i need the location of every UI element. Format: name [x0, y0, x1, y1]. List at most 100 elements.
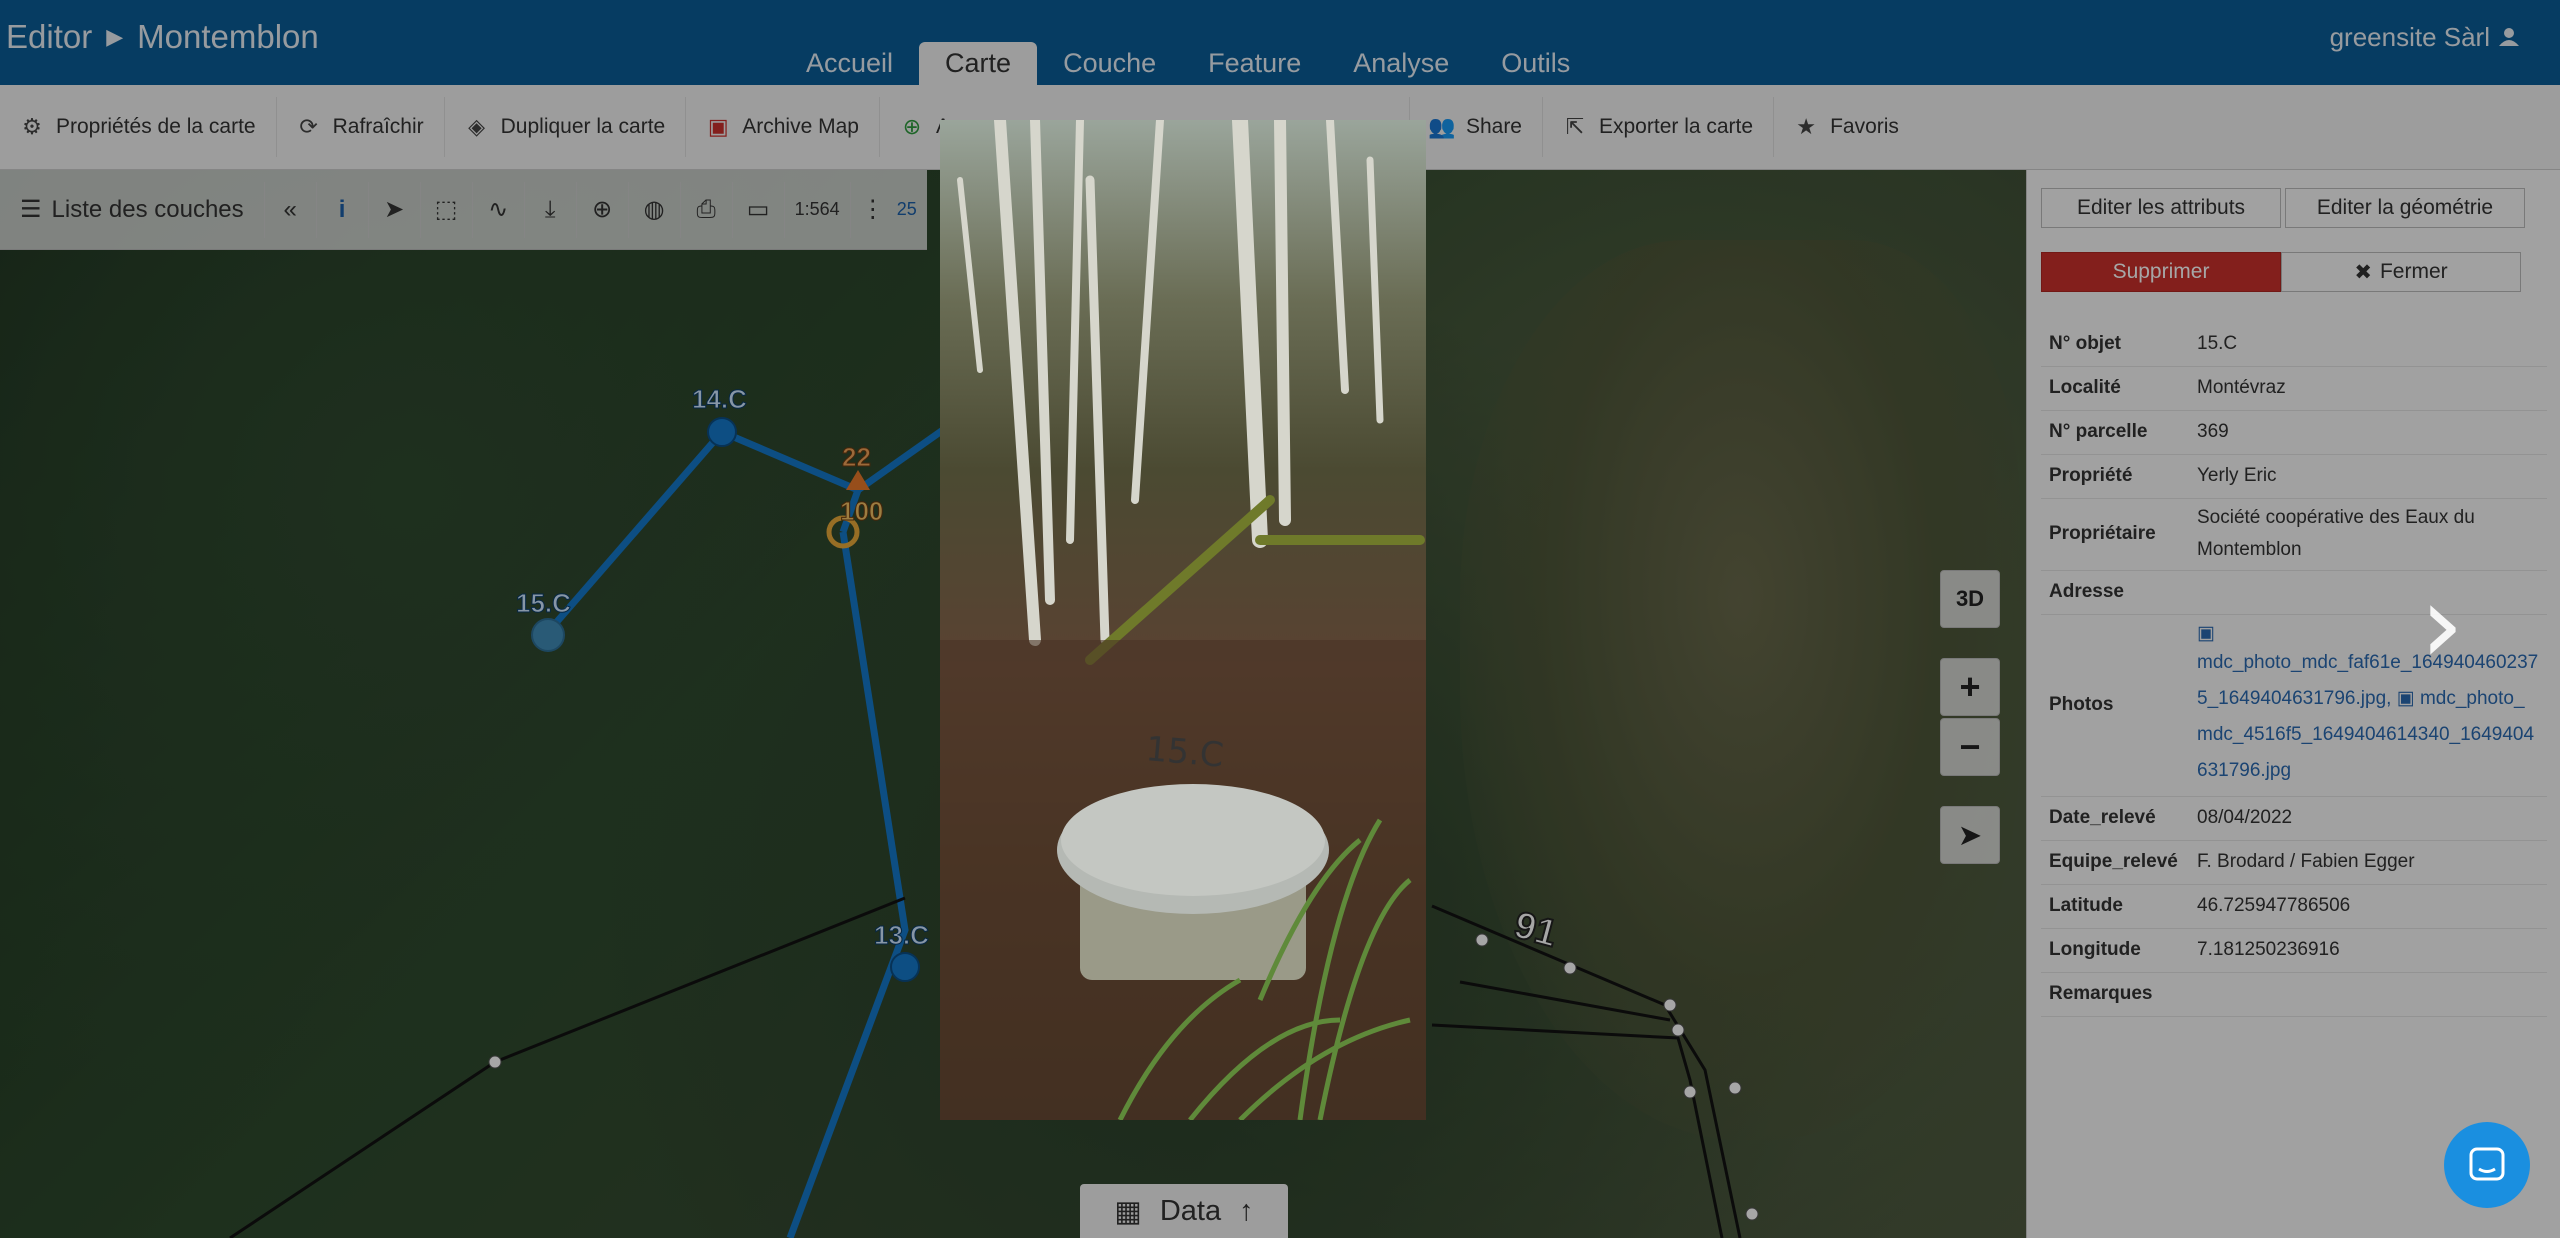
3d-label: 3D: [1955, 586, 1985, 611]
chat-icon: [2469, 1147, 2505, 1181]
label-13c: 13.C: [874, 920, 929, 950]
table-row: Equipe_relevé F. Brodard / Fabien Egger: [2041, 840, 2547, 885]
table-row: N° objet 15.C: [2041, 322, 2547, 367]
chevron-right-icon: ▶: [106, 24, 124, 49]
minus-icon: −: [1959, 726, 1981, 767]
edit-buttons: Editer les attributs Editer la géométrie: [2041, 188, 2525, 228]
arrow-up-icon: ↑: [1239, 1194, 1254, 1227]
scale-display: 1:564: [785, 181, 851, 238]
info-tool-button[interactable]: i: [317, 181, 369, 238]
info-icon: i: [338, 195, 346, 223]
grid-icon: ▦: [1114, 1195, 1142, 1228]
photo-image: 15.C: [940, 120, 1426, 1120]
duplicate-map-button[interactable]: ◈ Dupliquer la carte: [445, 97, 687, 157]
refresh-button[interactable]: ⟳ Rafraîchir: [277, 97, 445, 157]
attr-value: [2189, 570, 2547, 615]
star-icon: ★: [1796, 114, 1816, 139]
tab-feature[interactable]: Feature: [1182, 42, 1327, 85]
collapse-button[interactable]: «: [265, 181, 317, 238]
node-point: [1671, 1023, 1685, 1037]
node-14c: [707, 417, 737, 447]
plus-icon: +: [1959, 666, 1981, 707]
zoom-tool-button[interactable]: ⊕: [577, 181, 629, 238]
attr-key: Equipe_relevé: [2041, 840, 2189, 885]
archive-map-button[interactable]: ▣ Archive Map: [686, 97, 880, 157]
label-100: 100: [840, 496, 883, 526]
next-photo-arrow[interactable]: ›: [2420, 560, 2464, 688]
locate-button[interactable]: ➤: [1940, 806, 2000, 864]
layer-list-button[interactable]: ☰ Liste des couches: [0, 181, 265, 238]
more-button[interactable]: ⋮ 25: [851, 182, 927, 238]
tab-couche[interactable]: Couche: [1037, 42, 1182, 85]
refresh-label: Rafraîchir: [332, 115, 424, 138]
attr-key: Longitude: [2041, 928, 2189, 973]
attributes-table: N° objet 15.C Localité Montévraz N° parcel…: [2041, 322, 2547, 1017]
measure-button[interactable]: ∿: [473, 181, 525, 238]
attr-value: [2189, 972, 2547, 1017]
attr-key: Localité: [2041, 366, 2189, 411]
zoom-out-button[interactable]: −: [1940, 718, 2000, 776]
app-header: Editor ▶ Montemblon Accueil Carte Couche…: [0, 0, 2560, 85]
map-properties-button[interactable]: ⚙ Propriétés de la carte: [0, 97, 277, 157]
delete-button[interactable]: Supprimer: [2041, 252, 2281, 292]
pipe-line: [1459, 980, 1671, 1022]
breadcrumb-project[interactable]: Montemblon: [137, 18, 319, 56]
main-tabs: Accueil Carte Couche Feature Analyse Out…: [780, 42, 1596, 85]
node-point: [1745, 1207, 1759, 1221]
edit-attributes-button[interactable]: Editer les attributs: [2041, 188, 2281, 228]
map-properties-label: Propriétés de la carte: [56, 115, 256, 138]
user-menu[interactable]: greensite Sàrl: [2330, 22, 2520, 53]
attr-key: Photos: [2041, 614, 2189, 797]
3d-button[interactable]: 3D: [1940, 570, 2000, 628]
photos-value: ▣ mdc_photo_mdc_faf61e_1649404602375_164…: [2189, 614, 2547, 797]
download-icon: ⤓: [544, 195, 556, 223]
edit-geometry-button[interactable]: Editer la géométrie: [2285, 188, 2525, 228]
print-button[interactable]: ⎙: [681, 181, 733, 238]
globe-button[interactable]: ◍: [629, 181, 681, 238]
refresh-icon: ⟳: [299, 114, 318, 139]
zoom-in-button[interactable]: +: [1940, 658, 2000, 716]
globe-icon: ◍: [643, 196, 665, 223]
tab-accueil[interactable]: Accueil: [780, 42, 919, 85]
share-button[interactable]: 👥 Share: [1410, 97, 1543, 157]
cursor-icon: ➤: [384, 196, 405, 223]
favorites-button[interactable]: ★ Favoris: [1774, 97, 1919, 157]
attr-value: 15.C: [2189, 322, 2547, 367]
table-row: Propriétaire Société coopérative des Eaux…: [2041, 498, 2547, 571]
export-icon: ⇱: [1565, 114, 1585, 139]
ruler-button[interactable]: ▭: [733, 181, 785, 238]
attr-key: Latitude: [2041, 884, 2189, 929]
tab-analyse[interactable]: Analyse: [1327, 42, 1475, 85]
action-buttons: Supprimer ✖ Fermer: [2041, 252, 2521, 292]
table-row: Photos ▣ mdc_photo_mdc_faf61e_1649404602…: [2041, 614, 2547, 797]
node-point: [1475, 933, 1489, 947]
map-tools: ☰ Liste des couches « i ➤ ⬚ ∿ ⤓ ⊕ ◍ ⎙ ▭ …: [0, 170, 927, 250]
vertical-dots-icon: ⋮: [860, 196, 885, 223]
measure-icon: ∿: [488, 196, 509, 223]
breadcrumb-app[interactable]: Editor: [6, 18, 92, 56]
attr-value: 08/04/2022: [2189, 796, 2547, 841]
chat-button[interactable]: [2444, 1122, 2530, 1208]
label-91: 91: [1510, 904, 1562, 956]
layer-list-label: Liste des couches: [51, 195, 244, 223]
data-panel-button[interactable]: ▦ Data ↑: [1080, 1184, 1288, 1238]
node-point: [1728, 1081, 1742, 1095]
attr-key: Remarques: [2041, 972, 2189, 1017]
share-label: Share: [1465, 115, 1522, 138]
box-select-button[interactable]: ⬚: [421, 181, 473, 238]
zoom-icon: ⊕: [592, 196, 613, 223]
select-tool-button[interactable]: ➤: [369, 181, 421, 238]
download-button[interactable]: ⤓: [525, 181, 577, 238]
export-map-label: Exporter la carte: [1599, 115, 1754, 138]
attr-value: Yerly Eric: [2189, 454, 2547, 499]
export-map-button[interactable]: ⇱ Exporter la carte: [1543, 97, 1775, 157]
attr-key: Adresse: [2041, 570, 2189, 615]
image-icon: ▣: [2197, 622, 2215, 644]
plus-circle-icon: ⊕: [902, 114, 922, 139]
attr-value: 369: [2189, 410, 2547, 455]
close-button[interactable]: ✖ Fermer: [2281, 252, 2521, 292]
tab-outils[interactable]: Outils: [1475, 42, 1596, 85]
box-select-icon: ⬚: [434, 196, 458, 223]
table-row: Remarques: [2041, 972, 2547, 1017]
tab-carte[interactable]: Carte: [919, 42, 1038, 85]
